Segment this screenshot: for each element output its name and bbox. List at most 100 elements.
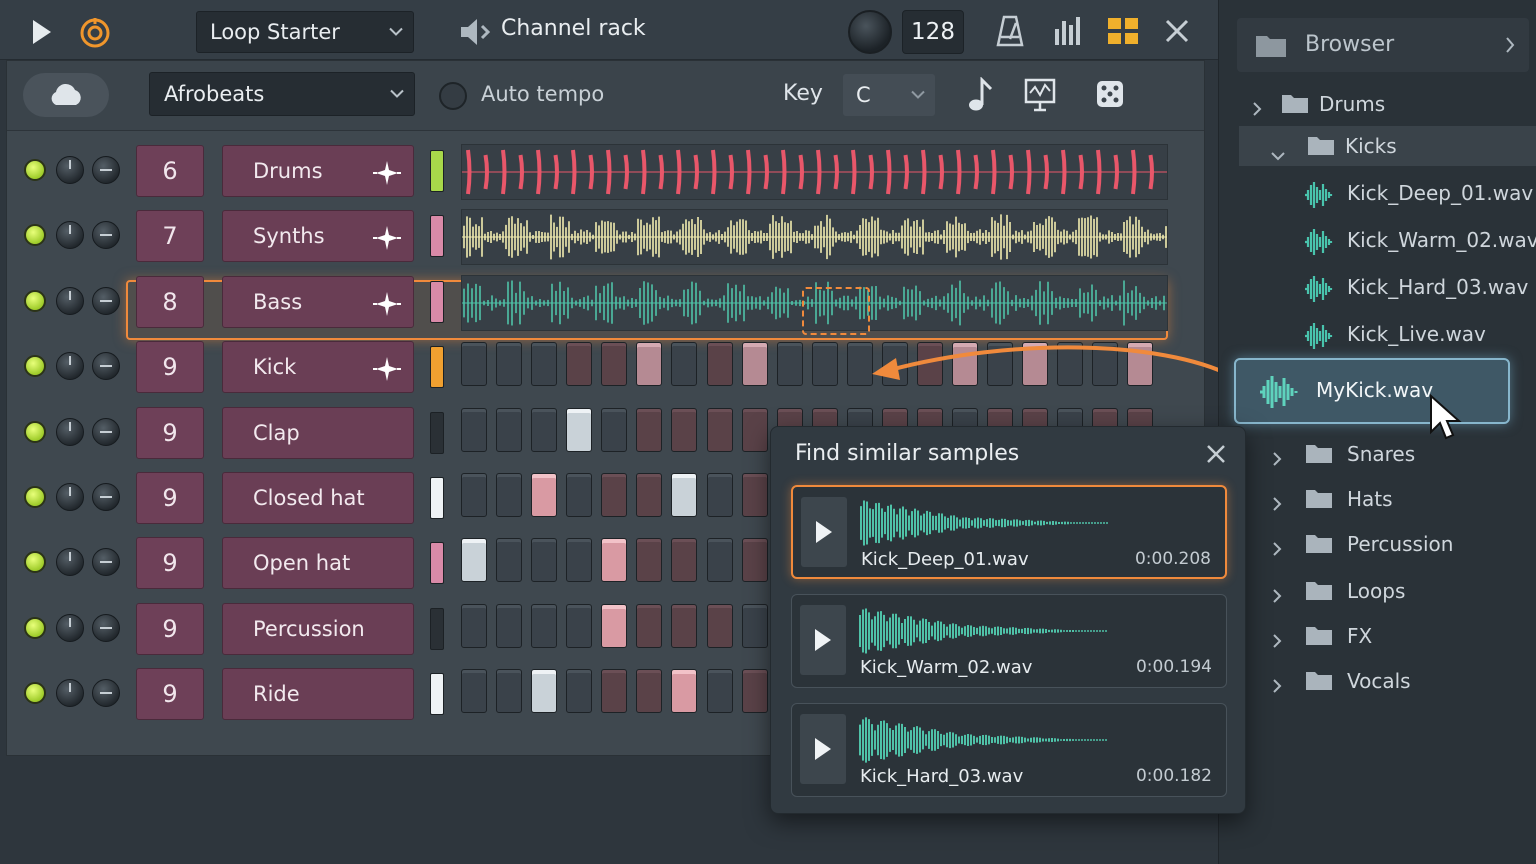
- mute-led[interactable]: [24, 616, 46, 639]
- step-button[interactable]: [461, 603, 487, 648]
- pan-knob[interactable]: [56, 548, 84, 577]
- browser-item[interactable]: Kick_Deep_01.wav: [1219, 173, 1536, 213]
- browser-item[interactable]: Vocals: [1219, 661, 1536, 701]
- browser-item[interactable]: Hats: [1219, 479, 1536, 519]
- audio-clip-waveform[interactable]: [461, 144, 1168, 200]
- step-button[interactable]: [671, 342, 697, 387]
- step-button[interactable]: [742, 407, 768, 452]
- step-button[interactable]: [601, 473, 627, 517]
- step-button[interactable]: [461, 669, 487, 714]
- step-button[interactable]: [496, 473, 522, 517]
- step-button[interactable]: [461, 407, 487, 452]
- pan-knob[interactable]: [56, 156, 84, 184]
- mixer-track-number[interactable]: 9: [136, 341, 204, 394]
- audio-clip-waveform[interactable]: [461, 209, 1168, 266]
- step-button[interactable]: [531, 342, 557, 387]
- volume-knob[interactable]: [92, 221, 120, 250]
- step-button[interactable]: [707, 538, 733, 583]
- step-button[interactable]: [601, 669, 627, 714]
- step-button[interactable]: [531, 538, 557, 583]
- browser-item[interactable]: Kick_Hard_03.wav: [1219, 267, 1536, 307]
- channel-name-button[interactable]: Clap: [222, 406, 414, 459]
- volume-knob[interactable]: [92, 352, 120, 381]
- step-button[interactable]: [531, 669, 557, 714]
- mixer-track-number[interactable]: 8: [136, 275, 204, 328]
- step-button[interactable]: [636, 538, 662, 583]
- step-button[interactable]: [742, 342, 768, 387]
- similar-sample-card[interactable]: Kick_Hard_03.wav 0:00.182: [791, 703, 1227, 797]
- mute-led[interactable]: [24, 159, 46, 181]
- similar-sample-card[interactable]: Kick_Warm_02.wav 0:00.194: [791, 594, 1227, 688]
- pan-knob[interactable]: [56, 679, 84, 708]
- step-button[interactable]: [812, 342, 838, 387]
- sample-play-button[interactable]: [801, 497, 847, 567]
- pan-knob[interactable]: [56, 483, 84, 511]
- mixer-track-number[interactable]: 9: [136, 602, 204, 655]
- browser-item[interactable]: FX: [1219, 616, 1536, 656]
- sample-play-button[interactable]: [800, 605, 846, 675]
- volume-knob[interactable]: [92, 417, 120, 446]
- step-button[interactable]: [601, 538, 627, 583]
- channel-name-button[interactable]: Drums: [222, 145, 414, 197]
- step-button[interactable]: [496, 669, 522, 714]
- pan-knob[interactable]: [56, 613, 84, 642]
- step-button[interactable]: [707, 669, 733, 714]
- pan-knob[interactable]: [56, 221, 84, 250]
- step-button[interactable]: [636, 473, 662, 517]
- step-button[interactable]: [742, 669, 768, 714]
- pan-knob[interactable]: [56, 286, 84, 315]
- browser-header[interactable]: Browser: [1237, 18, 1529, 72]
- volume-knob[interactable]: [92, 613, 120, 642]
- channel-name-button[interactable]: Synths: [222, 210, 414, 263]
- step-button[interactable]: [531, 407, 557, 452]
- step-button[interactable]: [707, 473, 733, 517]
- pan-knob[interactable]: [56, 417, 84, 446]
- sparkle-icon[interactable]: [371, 160, 403, 186]
- step-button[interactable]: [566, 473, 592, 517]
- sparkle-icon[interactable]: [371, 291, 403, 317]
- step-button[interactable]: [461, 473, 487, 517]
- step-button[interactable]: [566, 407, 592, 452]
- browser-item[interactable]: Kicks: [1219, 126, 1536, 166]
- mute-led[interactable]: [24, 682, 46, 705]
- step-button[interactable]: [496, 342, 522, 387]
- step-button[interactable]: [742, 603, 768, 648]
- step-button[interactable]: [496, 407, 522, 452]
- browser-item[interactable]: Loops: [1219, 571, 1536, 611]
- step-button[interactable]: [601, 603, 627, 648]
- step-button[interactable]: [496, 538, 522, 583]
- volume-knob[interactable]: [92, 548, 120, 577]
- step-button[interactable]: [566, 669, 592, 714]
- step-button[interactable]: [636, 407, 662, 452]
- step-button[interactable]: [601, 342, 627, 387]
- browser-item[interactable]: Drums: [1219, 84, 1536, 124]
- mute-led[interactable]: [24, 355, 46, 378]
- step-button[interactable]: [742, 538, 768, 583]
- mute-led[interactable]: [24, 551, 46, 574]
- browser-item[interactable]: Percussion: [1219, 524, 1536, 564]
- step-button[interactable]: [671, 538, 697, 583]
- step-button[interactable]: [461, 538, 487, 583]
- volume-knob[interactable]: [92, 483, 120, 511]
- pan-knob[interactable]: [56, 352, 84, 381]
- step-button[interactable]: [636, 603, 662, 648]
- mute-led[interactable]: [24, 486, 46, 508]
- step-button[interactable]: [461, 342, 487, 387]
- step-button[interactable]: [671, 669, 697, 714]
- step-button[interactable]: [707, 407, 733, 452]
- channel-name-button[interactable]: Kick: [222, 341, 414, 394]
- browser-item[interactable]: Kick_Live.wav: [1219, 314, 1536, 354]
- mixer-track-number[interactable]: 9: [136, 472, 204, 524]
- step-button[interactable]: [671, 603, 697, 648]
- dragged-sample[interactable]: MyKick.wav: [1234, 358, 1510, 424]
- step-button[interactable]: [777, 342, 803, 387]
- browser-item[interactable]: Kick_Warm_02.wav: [1219, 220, 1536, 260]
- channel-name-button[interactable]: Closed hat: [222, 472, 414, 524]
- step-button[interactable]: [707, 603, 733, 648]
- mute-led[interactable]: [24, 224, 46, 247]
- step-button[interactable]: [601, 407, 627, 452]
- mixer-track-number[interactable]: 7: [136, 210, 204, 263]
- mixer-track-number[interactable]: 9: [136, 537, 204, 590]
- sparkle-icon[interactable]: [371, 225, 403, 251]
- step-button[interactable]: [636, 669, 662, 714]
